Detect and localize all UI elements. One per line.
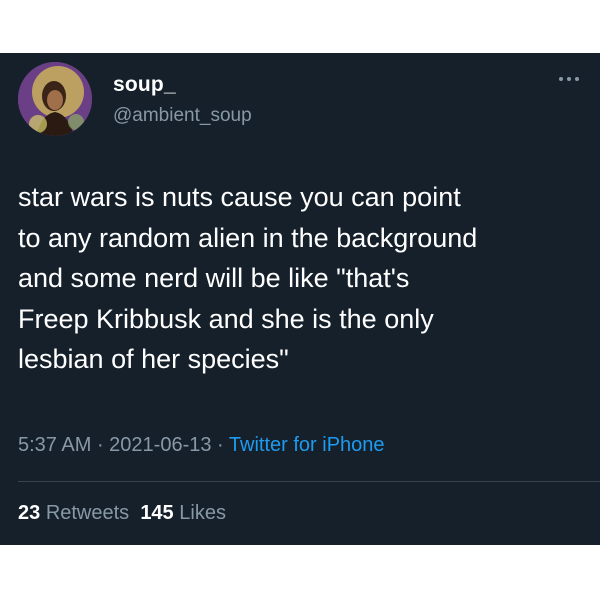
tweet-meta: 5:37 AM · 2021-06-13 · Twitter for iPhon… (18, 434, 385, 457)
tweet-card: soup_ @ambient_soup star wars is nuts ca… (0, 53, 600, 545)
tweet-line: to any random alien in the background (18, 222, 478, 253)
retweets-label: Retweets (45, 502, 130, 524)
avatar-image (18, 62, 92, 136)
tweet-source-link[interactable]: Twitter for iPhone (229, 434, 385, 456)
more-icon[interactable] (558, 75, 580, 83)
retweets-stat[interactable]: 23 Retweets (18, 502, 129, 524)
likes-count: 145 (140, 502, 174, 524)
retweets-count: 23 (18, 502, 41, 524)
tweet-line: star wars is nuts cause you can point (18, 182, 461, 212)
tweet-text: star wars is nuts cause you can point to… (18, 177, 588, 380)
tweet-line: and some nerd will be like "that's (18, 263, 410, 293)
likes-label: Likes (179, 502, 226, 524)
display-name[interactable]: soup_ (113, 73, 176, 97)
meta-separator: · (91, 434, 110, 456)
tweet-date[interactable]: 2021-06-13 (109, 434, 211, 456)
avatar[interactable] (18, 62, 92, 136)
tweet-line: Freep Kribbusk and she is the only (18, 303, 434, 334)
tweet-stats: 23 Retweets 145 Likes (18, 502, 226, 525)
user-handle[interactable]: @ambient_soup (113, 105, 252, 127)
tweet-line: lesbian of her species" (18, 344, 289, 374)
likes-stat[interactable]: 145 Likes (140, 502, 226, 524)
screenshot-canvas: soup_ @ambient_soup star wars is nuts ca… (0, 0, 600, 600)
tweet-time[interactable]: 5:37 AM (18, 434, 91, 456)
divider (18, 481, 600, 482)
meta-separator: · (211, 434, 229, 456)
